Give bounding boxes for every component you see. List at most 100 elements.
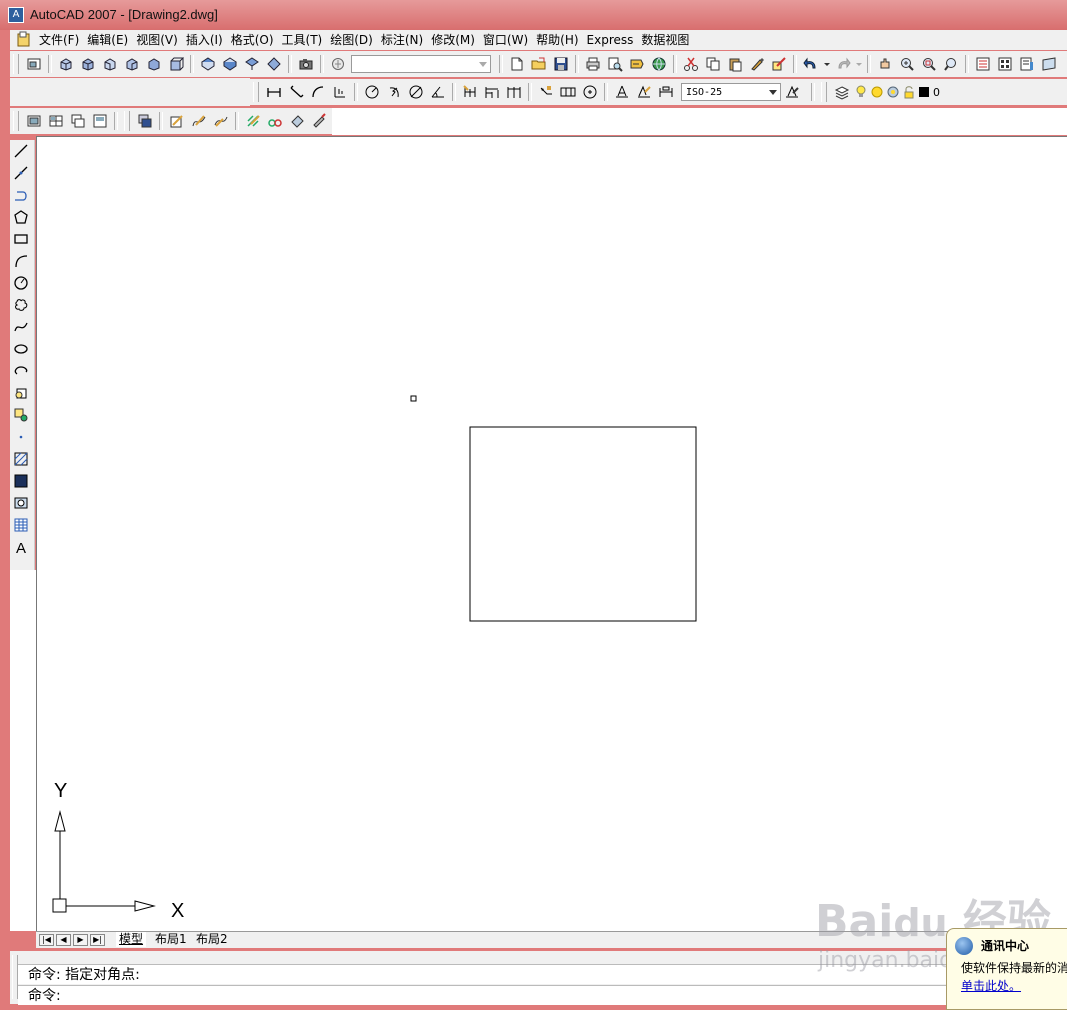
edit-reference-icon[interactable]: [309, 111, 329, 131]
menu-item[interactable]: 视图(V): [135, 32, 185, 48]
dim-ordinate-icon[interactable]: [330, 82, 350, 102]
dimstyle-manager-icon[interactable]: [782, 82, 802, 102]
dim-diameter-icon[interactable]: [406, 82, 426, 102]
menu-item[interactable]: 修改(M): [430, 32, 482, 48]
menu-item[interactable]: 格式(O): [230, 32, 281, 48]
make-block-icon[interactable]: [10, 404, 32, 426]
edit-block-attribute-icon[interactable]: [287, 111, 307, 131]
toolbar-grip[interactable]: [13, 54, 19, 74]
polygon-icon[interactable]: [10, 206, 32, 228]
dim-angular-icon[interactable]: [428, 82, 448, 102]
drawing-canvas[interactable]: Y X: [36, 136, 1067, 931]
sun-freeze-icon[interactable]: [870, 82, 884, 102]
first-tab-button[interactable]: |◀: [39, 934, 54, 946]
dim-radius-icon[interactable]: [362, 82, 382, 102]
view-top-icon[interactable]: [56, 54, 76, 74]
viewport-freeze-icon[interactable]: [886, 82, 900, 102]
plot-icon[interactable]: [583, 54, 603, 74]
properties-icon[interactable]: [973, 54, 993, 74]
insert-block-icon[interactable]: [10, 382, 32, 404]
command-input-line[interactable]: 命令:: [18, 985, 1067, 1005]
menu-item[interactable]: 文件(F): [38, 32, 86, 48]
dim-jogged-icon[interactable]: [384, 82, 404, 102]
plot-preview-icon[interactable]: [605, 54, 625, 74]
ellipse-icon[interactable]: [10, 338, 32, 360]
dim-edit-icon[interactable]: [612, 82, 632, 102]
multiline-text-icon[interactable]: A: [10, 536, 32, 558]
view-combo[interactable]: [351, 55, 491, 73]
arc-icon[interactable]: [10, 250, 32, 272]
center-mark-icon[interactable]: [580, 82, 600, 102]
view-left-icon[interactable]: [100, 54, 120, 74]
menu-item[interactable]: 绘图(D): [329, 32, 380, 48]
notification-link[interactable]: 单击此处。: [961, 977, 1021, 994]
line-icon[interactable]: [10, 140, 32, 162]
revision-cloud-icon[interactable]: [10, 294, 32, 316]
match-properties-icon[interactable]: [747, 54, 767, 74]
zoom-window-icon[interactable]: [919, 54, 939, 74]
table-icon[interactable]: [10, 514, 32, 536]
dim-aligned-icon[interactable]: [286, 82, 306, 102]
menu-item[interactable]: 窗口(W): [482, 32, 535, 48]
gradient-icon[interactable]: [10, 470, 32, 492]
viewport-single-icon[interactable]: [24, 111, 44, 131]
redo-icon[interactable]: [833, 54, 853, 74]
dim-update-icon[interactable]: [656, 82, 676, 102]
viewport-clip-icon[interactable]: [90, 111, 110, 131]
paste-icon[interactable]: [725, 54, 745, 74]
menu-item[interactable]: 插入(I): [185, 32, 230, 48]
layer-name[interactable]: 0: [933, 86, 940, 99]
lightbulb-icon[interactable]: [854, 82, 868, 102]
last-tab-button[interactable]: ▶|: [90, 934, 105, 946]
iso-se-icon[interactable]: [220, 54, 240, 74]
zoom-realtime-icon[interactable]: [897, 54, 917, 74]
tolerance-icon[interactable]: [558, 82, 578, 102]
draw-order-icon[interactable]: [135, 111, 155, 131]
ellipse-arc-icon[interactable]: [10, 360, 32, 382]
leader-icon[interactable]: [536, 82, 556, 102]
toolbar-grip[interactable]: [821, 82, 827, 102]
communication-center-balloon[interactable]: 通讯中心 使软件保持最新的消 单击此处。: [946, 928, 1067, 1010]
edit-attribute-icon[interactable]: [211, 111, 231, 131]
edit-multiline-icon[interactable]: [265, 111, 285, 131]
document-icon[interactable]: [16, 31, 32, 47]
tool-palettes-icon[interactable]: [1017, 54, 1037, 74]
block-editor-icon[interactable]: [769, 54, 789, 74]
layer-color-swatch-icon[interactable]: [918, 82, 930, 102]
viewport-multi-icon[interactable]: [46, 111, 66, 131]
lock-icon[interactable]: [902, 82, 916, 102]
dim-linear-icon[interactable]: [264, 82, 284, 102]
dock-icon[interactable]: [24, 54, 44, 74]
tab-model[interactable]: 模型: [116, 932, 147, 947]
undo-icon[interactable]: [801, 54, 821, 74]
layer-properties-icon[interactable]: [832, 82, 852, 102]
copy-icon[interactable]: [703, 54, 723, 74]
iso-nw-icon[interactable]: [264, 54, 284, 74]
construction-line-icon[interactable]: [10, 162, 32, 184]
undo-dropdown-icon[interactable]: [823, 54, 831, 74]
hatch-icon[interactable]: [10, 448, 32, 470]
design-center-icon[interactable]: [995, 54, 1015, 74]
cut-icon[interactable]: [681, 54, 701, 74]
edit-polyline-icon[interactable]: [167, 111, 187, 131]
drawn-rectangle[interactable]: [469, 426, 697, 622]
dim-text-edit-icon[interactable]: [634, 82, 654, 102]
region-icon[interactable]: [10, 492, 32, 514]
toolbar-grip[interactable]: [13, 111, 19, 131]
view-bottom-icon[interactable]: [78, 54, 98, 74]
menu-item[interactable]: 编辑(E): [86, 32, 135, 48]
prev-tab-button[interactable]: ◀: [56, 934, 71, 946]
tab-layout2[interactable]: 布局2: [193, 932, 231, 947]
named-views-icon[interactable]: [328, 54, 348, 74]
circle-icon[interactable]: [10, 272, 32, 294]
toolbar-grip[interactable]: [253, 82, 259, 102]
toolbar-grip[interactable]: [124, 111, 130, 131]
edit-spline-icon[interactable]: [189, 111, 209, 131]
publish-icon[interactable]: [627, 54, 647, 74]
zoom-previous-icon[interactable]: [941, 54, 961, 74]
view-front-icon[interactable]: [144, 54, 164, 74]
open-icon[interactable]: [529, 54, 549, 74]
dim-arc-icon[interactable]: [308, 82, 328, 102]
point-icon[interactable]: [10, 426, 32, 448]
title-bar[interactable]: A AutoCAD 2007 - [Drawing2.dwg]: [0, 0, 1067, 30]
